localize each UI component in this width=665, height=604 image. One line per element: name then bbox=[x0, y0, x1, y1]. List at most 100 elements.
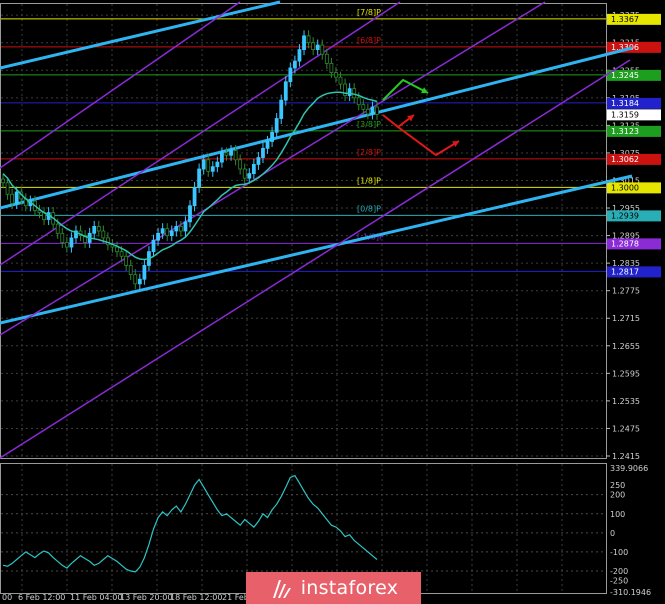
oscillator-tick-label: 339.9066 bbox=[610, 464, 648, 473]
candle-body bbox=[142, 265, 147, 280]
murrey-level-label: [3/8]P bbox=[357, 120, 381, 129]
candle-body bbox=[334, 72, 338, 78]
main-panel-frame bbox=[0, 3, 607, 459]
candle-body bbox=[14, 191, 19, 204]
candle-body bbox=[206, 159, 211, 172]
candle-body bbox=[311, 42, 316, 51]
candle-body bbox=[283, 81, 288, 101]
candle-body bbox=[96, 226, 101, 232]
candle-body bbox=[101, 230, 106, 239]
candle-body bbox=[69, 237, 74, 248]
candle-body bbox=[210, 166, 215, 172]
trend-line-blue bbox=[0, 46, 633, 210]
time-axis-label: 18 Feb 12:00 bbox=[170, 593, 222, 602]
candle-body bbox=[251, 164, 256, 175]
candle-body bbox=[338, 76, 343, 85]
candle-body bbox=[55, 223, 60, 234]
candle-body bbox=[302, 35, 306, 51]
candle-body bbox=[370, 106, 375, 115]
candle-body bbox=[183, 221, 188, 232]
murrey-level-label: [7/8]P bbox=[357, 8, 381, 17]
candle-body bbox=[247, 173, 252, 179]
candle-body bbox=[347, 88, 352, 96]
candle-body bbox=[174, 226, 179, 232]
price-level-label: 1.3184 bbox=[611, 99, 639, 108]
candle-body bbox=[133, 274, 138, 285]
candle-body bbox=[197, 168, 202, 188]
current-price-label: 1.3159 bbox=[611, 110, 639, 119]
candle-body bbox=[320, 44, 325, 55]
candle-body bbox=[215, 161, 220, 168]
price-tick-label: 1.2775 bbox=[612, 287, 640, 296]
trend-line-blue bbox=[0, 174, 633, 325]
murrey-level-label: [6/8]P bbox=[357, 36, 381, 45]
time-axis-label: 11 Feb 04:00 bbox=[70, 593, 122, 602]
candle-body bbox=[160, 228, 165, 234]
candle-body bbox=[229, 150, 233, 156]
candle-body bbox=[115, 246, 119, 253]
candle-body bbox=[293, 60, 297, 69]
price-tick-label: 1.2415 bbox=[612, 452, 640, 461]
channel-line-purple bbox=[0, 1, 241, 169]
candle-body bbox=[165, 228, 170, 236]
candle-body bbox=[106, 237, 110, 246]
candle-body bbox=[1, 178, 5, 184]
price-chart: 1.33751.33151.32551.31951.31351.30751.30… bbox=[0, 0, 661, 602]
candle-body bbox=[151, 239, 156, 253]
oscillator-tick-label: -200 bbox=[610, 567, 628, 576]
trend-line-blue bbox=[0, 0, 281, 70]
channel-line-purple bbox=[0, 1, 401, 266]
candle-body bbox=[192, 186, 197, 207]
candle-body bbox=[169, 230, 174, 236]
candle-body bbox=[270, 131, 274, 142]
candle-body bbox=[256, 157, 261, 165]
candle-body bbox=[156, 232, 160, 241]
candle-body bbox=[356, 97, 361, 106]
price-level-label: 1.2939 bbox=[611, 211, 639, 220]
oscillator-tick-label: 250 bbox=[610, 481, 625, 490]
price-tick-label: 1.2535 bbox=[612, 397, 640, 406]
candle-body bbox=[288, 67, 293, 83]
candle-body bbox=[261, 147, 265, 158]
time-axis-label: 00 bbox=[2, 593, 12, 602]
candle-body bbox=[265, 141, 270, 149]
candle-body bbox=[60, 232, 65, 243]
candle-body bbox=[224, 152, 229, 156]
candle-body bbox=[361, 104, 366, 110]
oscillator-tick-label: 100 bbox=[610, 510, 625, 519]
channel-line-purple bbox=[0, 59, 631, 459]
candle-body bbox=[315, 44, 320, 51]
oscillator-tick-label: -310.1946 bbox=[610, 588, 651, 597]
candle-body bbox=[188, 205, 192, 223]
candle-body bbox=[178, 226, 183, 232]
candle-body bbox=[375, 106, 379, 115]
murrey-level-label: [2/8]P bbox=[357, 148, 381, 157]
price-tick-label: 1.2715 bbox=[612, 314, 640, 323]
oscillator-tick-label: -100 bbox=[610, 548, 628, 557]
price-level-label: 1.3062 bbox=[611, 155, 639, 164]
candle-body bbox=[324, 53, 329, 64]
candle-body bbox=[365, 108, 370, 115]
time-axis-label: 13 Feb 20:00 bbox=[120, 593, 172, 602]
price-level-label: 1.2817 bbox=[611, 267, 639, 276]
oscillator-tick-label: 0 bbox=[610, 529, 615, 538]
price-tick-label: 1.2655 bbox=[612, 342, 640, 351]
oscillator-tick-label: 200 bbox=[610, 491, 625, 500]
candle-body bbox=[297, 49, 302, 62]
oscillator-line bbox=[2, 474, 378, 573]
candle-body bbox=[128, 265, 133, 276]
candle-body bbox=[137, 278, 142, 285]
price-level-label: 1.2878 bbox=[611, 239, 639, 248]
time-axis-label: 6 Feb 12:00 bbox=[18, 593, 65, 602]
price-level-label: 1.3245 bbox=[611, 71, 639, 80]
price-tick-label: 1.2595 bbox=[612, 369, 640, 378]
candle-body bbox=[279, 99, 284, 119]
murrey-level-label: [1/8]P bbox=[357, 176, 381, 185]
candle-body bbox=[329, 62, 334, 73]
price-tick-label: 1.2475 bbox=[612, 424, 640, 433]
candle-body bbox=[5, 182, 10, 195]
candle-body bbox=[201, 159, 206, 170]
candle-body bbox=[10, 193, 15, 204]
candle-body bbox=[92, 226, 97, 234]
price-level-label: 1.3000 bbox=[611, 183, 639, 192]
